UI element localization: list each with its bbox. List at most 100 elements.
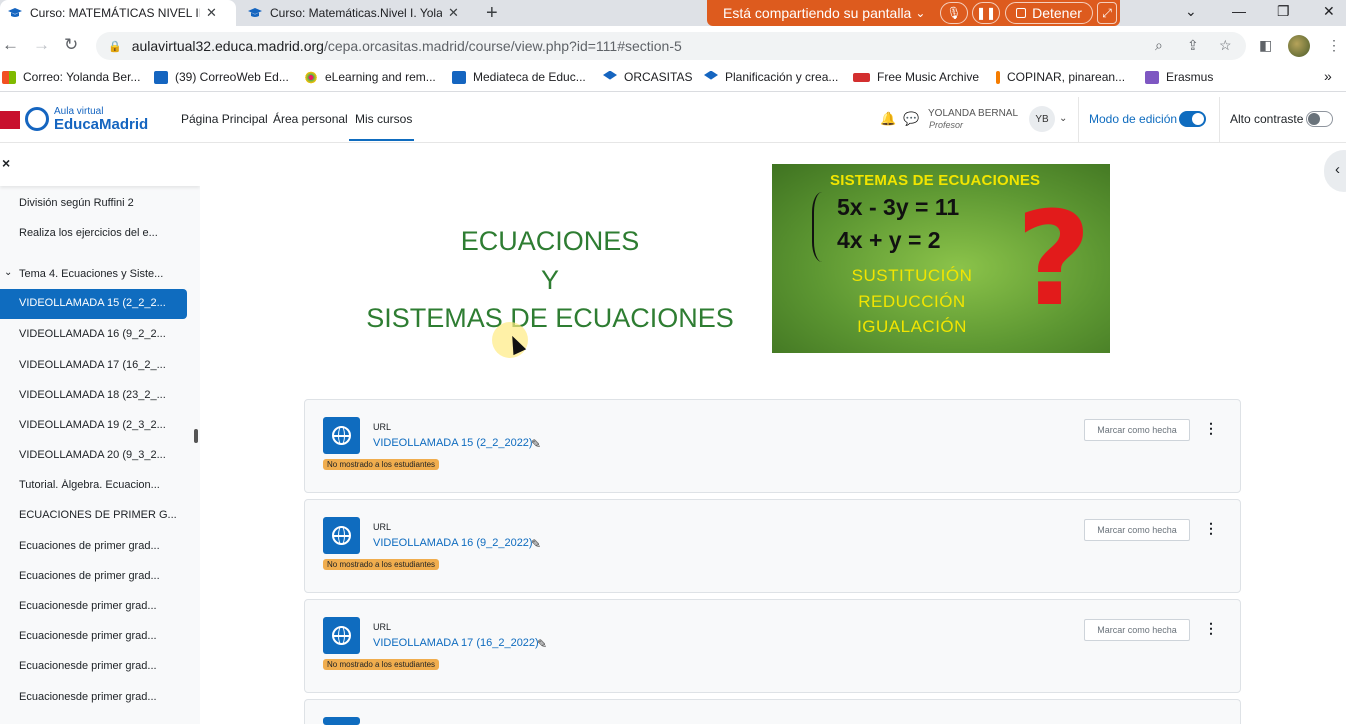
avatar[interactable]: YB [1029,106,1055,132]
edit-pencil-icon[interactable]: ✎ [531,437,541,451]
browser-tab[interactable]: Curso: Matemáticas.Nivel I. Yolan ✕ [240,0,476,26]
activity-link[interactable]: VIDEOLLAMADA 17 (16_2_2022) [373,637,539,649]
tab-title: Curso: MATEMÁTICAS NIVEL II Di [30,6,200,20]
high-contrast-toggle[interactable] [1306,111,1333,127]
mark-done-button[interactable]: Marcar como hecha [1084,419,1190,441]
chat-icon[interactable]: 💬 [903,111,919,127]
edit-mode-toggle[interactable] [1179,111,1206,127]
edit-pencil-icon[interactable]: ✎ [531,537,541,551]
nav-dashboard[interactable]: Área personal [273,112,348,126]
course-index-section[interactable]: Tema 4. Ecuaciones y Siste... [19,268,179,280]
bookmark-item[interactable]: COPINAR, pinarean... [996,70,1125,84]
bookmark-item[interactable]: Planificación y crea... [704,70,838,84]
section-banner-image: SISTEMAS DE ECUACIONES 5x - 3y = 11 4x +… [772,164,1110,353]
bookmark-item[interactable]: Free Music Archive [853,70,979,84]
activity-link[interactable]: VIDEOLLAMADA 15 (2_2_2022) [373,437,533,449]
dots-icon [304,70,318,84]
window-close-icon[interactable]: ✕ [1323,3,1335,20]
activity-link[interactable]: VIDEOLLAMADA 16 (9_2_2022) [373,537,533,549]
tab-search-icon[interactable]: ⌄ [1185,3,1197,20]
url-activity-icon[interactable] [323,517,360,554]
activity-type: URL [373,522,392,532]
course-index-item[interactable]: Ecuacionesde primer grad... [19,600,179,612]
block-drawer-toggle[interactable]: ‹ [1324,150,1346,192]
bookmark-label: Planificación y crea... [725,70,839,84]
course-index-item[interactable]: VIDEOLLAMADA 16 (9_2_2... [19,328,179,340]
activity-card: URL VIDEOLLAMADA 15 (2_2_2022) ✎ No most… [304,399,1241,493]
course-index-item[interactable]: Tutorial. Álgebra. Ecuacion... [19,479,179,491]
bookmark-item[interactable]: Correo: Yolanda Ber... [2,70,140,84]
nav-home[interactable]: Página Principal [181,112,268,126]
course-index-item[interactable]: Realiza los ejercicios del e... [19,227,179,239]
new-tab-button[interactable]: + [486,2,498,25]
logo-title[interactable]: EducaMadrid [54,116,148,133]
url-field[interactable]: 🔒 aulavirtual32.educa.madrid.org/cepa.or… [96,32,1246,60]
pause-icon[interactable]: ❚❚ [972,2,1000,24]
bookmark-item[interactable]: (39) CorreoWeb Ed... [154,70,289,84]
drawer-scrollbar[interactable] [194,429,198,443]
url-activity-icon[interactable] [323,417,360,454]
browser-tab-active[interactable]: Curso: MATEMÁTICAS NIVEL II Di ✕ [0,0,236,26]
kebab-menu-icon[interactable]: ⋮ [1204,421,1218,435]
back-icon[interactable]: ← [2,35,19,55]
more-bookmarks-icon[interactable]: » [1324,68,1332,84]
user-name: YOLANDA BERNAL [928,108,1019,119]
expand-icon[interactable]: ⤢ [1097,2,1117,24]
star-icon[interactable]: ☆ [1219,37,1232,54]
madrid-flag-logo [0,111,20,129]
microphone-icon[interactable]: 🎙 [940,2,968,24]
course-index-item[interactable]: VIDEOLLAMADA 20 (9_3_2... [19,449,179,461]
bookmark-item[interactable]: eLearning and rem... [304,70,436,84]
chevron-down-icon[interactable]: ⌄ [1059,113,1067,124]
close-icon[interactable]: × [2,155,10,171]
chevron-down-icon[interactable]: ⌄ [4,267,12,278]
course-index-item[interactable]: Ecuacionesde primer grad... [19,691,179,703]
kebab-menu-icon[interactable]: ⋮ [1204,621,1218,635]
course-index-item-active[interactable]: VIDEOLLAMADA 15 (2_2_2... [0,289,187,319]
course-index-item[interactable]: VIDEOLLAMADA 19 (2_3_2... [19,419,179,431]
course-index-item[interactable]: Ecuaciones de primer grad... [19,540,179,552]
reload-icon[interactable]: ↻ [64,35,78,55]
equation: 4x + y = 2 [837,227,941,253]
profile-avatar[interactable] [1288,35,1310,57]
menu-kebab-icon[interactable]: ⋮ [1327,37,1341,54]
course-index-item[interactable]: ECUACIONES DE PRIMER G... [19,509,179,521]
bookmark-label: (39) CorreoWeb Ed... [175,70,289,84]
bookmark-item[interactable]: Erasmus [1145,70,1213,84]
mail-icon [154,70,168,84]
bell-icon[interactable]: 🔔 [880,111,896,127]
high-contrast-label: Alto contraste [1230,112,1304,126]
nav-my-courses[interactable]: Mis cursos [349,112,414,141]
zoom-icon[interactable]: ⌕ [1155,37,1163,54]
bookmark-item[interactable]: ORCASITAS [603,70,692,84]
bookmark-item[interactable]: Mediateca de Educ... [452,70,586,84]
edit-pencil-icon[interactable]: ✎ [537,637,547,651]
course-index-item[interactable]: Ecuacionesde primer grad... [19,630,179,642]
course-index-item[interactable]: División según Ruffini 2 [19,197,179,209]
restore-icon[interactable]: ❐ [1277,3,1290,20]
windows-icon [2,70,16,84]
chevron-down-icon[interactable]: ⌄ [915,6,925,20]
course-index-item[interactable]: VIDEOLLAMADA 18 (23_2_... [19,389,179,401]
flag-icon [996,70,1000,84]
media-icon [452,70,466,84]
stop-share-button[interactable]: Detener [1005,2,1093,24]
minimize-icon[interactable]: — [1232,3,1246,19]
mark-done-button[interactable]: Marcar como hecha [1084,619,1190,641]
kebab-menu-icon[interactable]: ⋮ [1204,521,1218,535]
bookmark-label: Erasmus [1166,70,1214,84]
close-icon[interactable]: ✕ [448,5,459,21]
url-activity-icon[interactable] [323,617,360,654]
tab-title: Curso: Matemáticas.Nivel I. Yolan [270,6,442,20]
course-index-item[interactable]: Ecuaciones de primer grad... [19,570,179,582]
course-index-item[interactable]: Ecuacionesde primer grad... [19,660,179,672]
share-icon[interactable]: ⇪ [1187,37,1199,54]
banner-line: ECUACIONES [460,226,640,256]
header-divider [1219,97,1220,143]
side-panel-icon[interactable]: ◧ [1259,37,1272,54]
course-index-item[interactable]: VIDEOLLAMADA 17 (16_2_... [19,359,179,371]
mark-done-button[interactable]: Marcar como hecha [1084,519,1190,541]
close-icon[interactable]: ✕ [206,5,217,21]
forward-icon[interactable]: → [33,35,50,55]
globe-icon [332,426,351,445]
